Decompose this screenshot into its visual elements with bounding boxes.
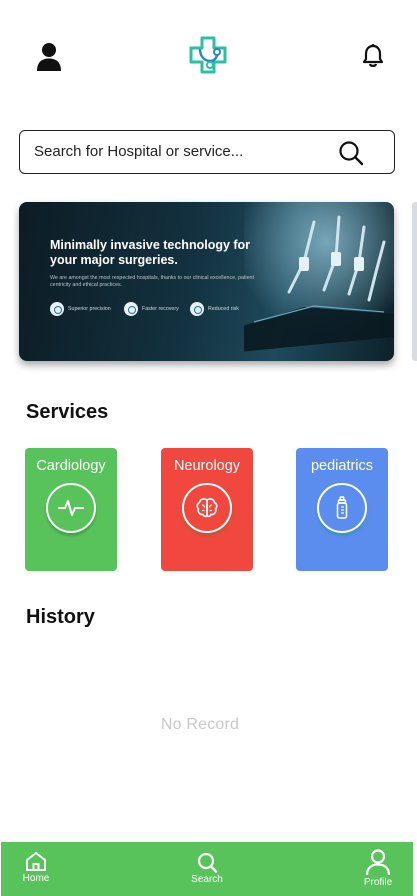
baby-bottle-icon	[317, 483, 367, 533]
history-title: History	[26, 606, 95, 628]
nav-label: Home	[22, 873, 50, 884]
nav-label: Search	[191, 874, 223, 885]
search-icon	[197, 852, 218, 873]
empty-state-text: No Record	[160, 716, 240, 733]
promo-banner[interactable]: Minimally invasive technology for your m…	[19, 202, 394, 361]
nav-profile[interactable]: Profile	[356, 842, 400, 896]
search-input[interactable]	[34, 131, 324, 172]
service-card-cardiology[interactable]: Cardiology	[25, 448, 117, 571]
feature-label: Superior precision	[68, 306, 111, 312]
banner-title: Minimally invasive technology for your m…	[50, 238, 251, 267]
banner-subtitle: We are amongst the most respected hospit…	[50, 275, 254, 288]
home-icon	[26, 852, 46, 871]
recovery-icon	[124, 302, 138, 316]
service-label: pediatrics	[310, 458, 374, 474]
heartbeat-icon	[46, 483, 96, 533]
service-card-pediatrics[interactable]: pediatrics	[296, 448, 388, 571]
precision-icon	[50, 302, 64, 316]
nav-search[interactable]: Search	[184, 842, 230, 896]
profile-icon	[365, 849, 391, 876]
surgical-robot-illustration	[239, 202, 394, 361]
feature-recovery: Faster recovery	[124, 302, 179, 316]
feature-label: Faster recovery	[142, 306, 179, 312]
feature-label: Reduced risk	[208, 306, 239, 312]
brain-icon	[182, 483, 232, 533]
nav-home[interactable]: Home	[15, 842, 57, 896]
services-title: Services	[26, 401, 109, 423]
search-icon[interactable]	[338, 140, 364, 166]
service-card-neurology[interactable]: Neurology	[161, 448, 253, 571]
search-bar[interactable]	[19, 130, 395, 174]
service-label: Cardiology	[36, 458, 106, 474]
bell-icon[interactable]	[361, 43, 385, 69]
feature-precision: Superior precision	[50, 302, 111, 316]
medical-cross-stethoscope-logo	[188, 36, 228, 74]
user-icon[interactable]	[36, 42, 62, 72]
risk-icon	[190, 302, 204, 316]
service-label: Neurology	[173, 458, 241, 474]
bottom-navigation: Home Search Profile	[1, 842, 413, 896]
top-bar	[0, 0, 417, 110]
nav-label: Profile	[363, 877, 393, 888]
next-banner-peek[interactable]	[412, 202, 417, 361]
feature-risk: Reduced risk	[190, 302, 239, 316]
